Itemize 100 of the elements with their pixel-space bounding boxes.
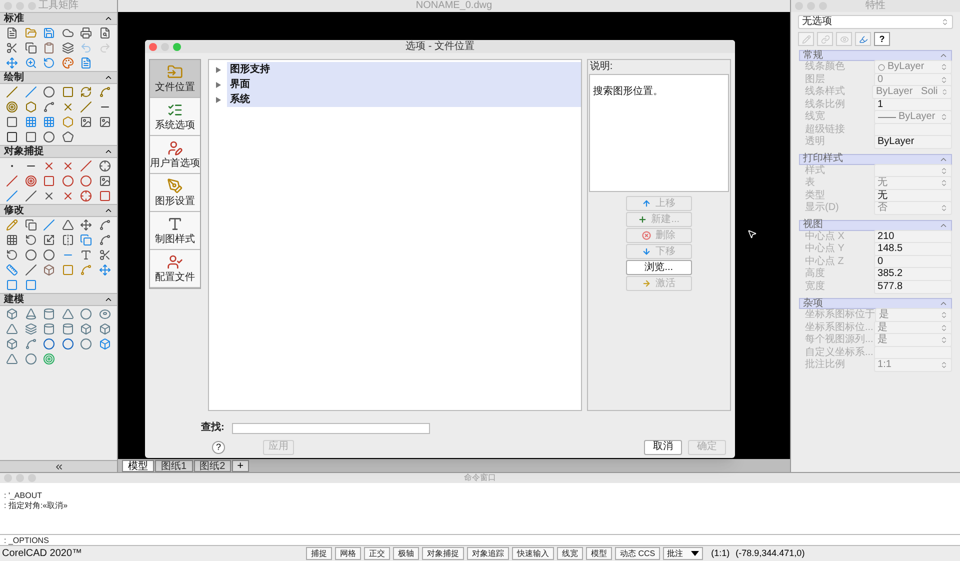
move-icon[interactable] xyxy=(80,219,92,231)
box-icon[interactable] xyxy=(98,338,111,350)
curve-icon[interactable] xyxy=(24,338,37,350)
status-toggle-button[interactable]: 对象捕捉 xyxy=(422,547,464,560)
rectangle-icon[interactable] xyxy=(6,131,18,143)
category-tab[interactable]: 文件位置 xyxy=(150,60,200,98)
circle-icon[interactable] xyxy=(43,249,56,261)
copy-icon[interactable] xyxy=(80,234,92,246)
cross-icon[interactable] xyxy=(43,190,56,202)
curve-icon[interactable] xyxy=(98,219,111,231)
tree-item[interactable]: 图形支持 xyxy=(227,62,581,77)
layout-tab[interactable]: 图纸2 xyxy=(194,460,232,472)
square-icon[interactable] xyxy=(6,279,18,291)
scissors-icon[interactable] xyxy=(98,249,111,261)
category-tab[interactable]: 图形设置 xyxy=(150,174,200,212)
close-button[interactable] xyxy=(149,42,157,50)
scroll-arrows-icon[interactable] xyxy=(54,462,64,472)
section-header[interactable]: 视图 xyxy=(799,220,952,230)
status-toggle-button[interactable]: 正交 xyxy=(364,547,390,560)
value-field[interactable]: 385.2 xyxy=(874,267,952,282)
folder-icon[interactable] xyxy=(24,27,37,39)
scissors-icon[interactable] xyxy=(6,42,18,54)
line-icon[interactable] xyxy=(43,219,56,231)
spline-icon[interactable] xyxy=(98,86,111,98)
pentagon-icon[interactable] xyxy=(62,131,74,143)
rotate-icon[interactable] xyxy=(24,234,37,246)
circle-icon[interactable] xyxy=(43,338,56,350)
rotate-icon[interactable] xyxy=(43,57,56,69)
line-icon[interactable] xyxy=(24,264,37,276)
status-toggle-button[interactable]: 网格 xyxy=(335,547,361,560)
copy-icon[interactable] xyxy=(24,219,37,231)
collapsed-arrow-icon[interactable] xyxy=(216,96,220,102)
collapse-icon[interactable] xyxy=(104,206,113,215)
category-tab[interactable]: 配置文件 xyxy=(150,250,200,288)
save-icon[interactable] xyxy=(43,27,56,39)
torus-icon[interactable] xyxy=(98,308,111,320)
text-icon[interactable] xyxy=(80,249,92,261)
collapse-icon[interactable] xyxy=(104,14,113,23)
status-toggle-button[interactable]: 捕捉 xyxy=(306,547,332,560)
triangle-icon[interactable] xyxy=(62,219,74,231)
line-icon[interactable] xyxy=(6,190,18,202)
box-icon[interactable] xyxy=(98,323,111,335)
file-icon[interactable] xyxy=(80,57,92,69)
status-toggle-button[interactable]: 快速输入 xyxy=(512,547,554,560)
circle-icon[interactable] xyxy=(80,338,92,350)
cone-icon[interactable] xyxy=(24,308,37,320)
cylinder-icon[interactable] xyxy=(43,323,56,335)
collapse-icon[interactable] xyxy=(104,147,113,156)
ruler-icon[interactable] xyxy=(6,264,18,276)
array-icon[interactable] xyxy=(6,234,18,246)
layout-tab[interactable]: 图纸1 xyxy=(155,460,193,472)
spline-icon[interactable] xyxy=(43,101,56,113)
category-tab[interactable]: 制图样式 xyxy=(150,212,200,250)
category-tab[interactable]: 用户首选项 xyxy=(150,136,200,174)
highlighter-tool-button[interactable] xyxy=(855,32,871,46)
cube-icon[interactable] xyxy=(6,308,18,320)
curve-icon[interactable] xyxy=(80,264,92,276)
target-icon[interactable] xyxy=(43,353,56,365)
square-icon[interactable] xyxy=(24,279,37,291)
move-icon[interactable] xyxy=(6,57,18,69)
cylinder-icon[interactable] xyxy=(43,308,56,320)
target-icon[interactable] xyxy=(6,101,18,113)
tree-item[interactable]: 界面 xyxy=(227,77,581,92)
circle-icon[interactable] xyxy=(43,86,56,98)
status-toggle-button[interactable]: 线宽 xyxy=(557,547,583,560)
status-toggle-button[interactable]: 对象追踪 xyxy=(467,547,509,560)
file-search-icon[interactable] xyxy=(98,27,111,39)
curve-icon[interactable] xyxy=(98,234,111,246)
copy-icon[interactable] xyxy=(24,42,37,54)
hexagon-icon[interactable] xyxy=(24,101,37,113)
scale-icon[interactable] xyxy=(43,234,56,246)
printer-icon[interactable] xyxy=(80,27,92,39)
box-icon[interactable] xyxy=(80,323,92,335)
side-button[interactable]: 浏览... xyxy=(626,260,692,275)
rectangle-icon[interactable] xyxy=(6,116,18,128)
tree-item[interactable]: 系统 xyxy=(227,92,581,107)
value-field[interactable]: ByLayer xyxy=(874,135,952,150)
zoom-icon[interactable] xyxy=(24,57,37,69)
status-toggle-button[interactable]: 极轴 xyxy=(393,547,419,560)
cross-icon[interactable] xyxy=(62,101,74,113)
help-button[interactable]: ? xyxy=(874,32,890,46)
line-icon[interactable] xyxy=(6,86,18,98)
cylinder-icon[interactable] xyxy=(62,323,74,335)
image-icon[interactable] xyxy=(80,116,92,128)
crosshair-icon[interactable] xyxy=(80,190,92,202)
value-field[interactable]: 577.8 xyxy=(874,280,952,294)
status-toggle-button[interactable]: 动态 CCS xyxy=(615,547,660,560)
category-tab[interactable]: 系统选项 xyxy=(150,98,200,136)
cloud-icon[interactable] xyxy=(62,27,74,39)
status-toggle-button[interactable]: 模型 xyxy=(586,547,612,560)
value-field[interactable]: 148.5 xyxy=(874,242,952,256)
hexagon-icon[interactable] xyxy=(62,116,74,128)
layout-tab[interactable]: 模型 xyxy=(122,460,154,472)
collapse-icon[interactable] xyxy=(104,295,113,304)
annotation-dropdown[interactable]: 批注 xyxy=(663,547,704,560)
palette-icon[interactable] xyxy=(62,57,74,69)
find-field[interactable] xyxy=(232,422,430,434)
line-icon[interactable] xyxy=(6,175,18,187)
line-icon[interactable] xyxy=(80,101,92,113)
box-icon[interactable] xyxy=(6,338,18,350)
